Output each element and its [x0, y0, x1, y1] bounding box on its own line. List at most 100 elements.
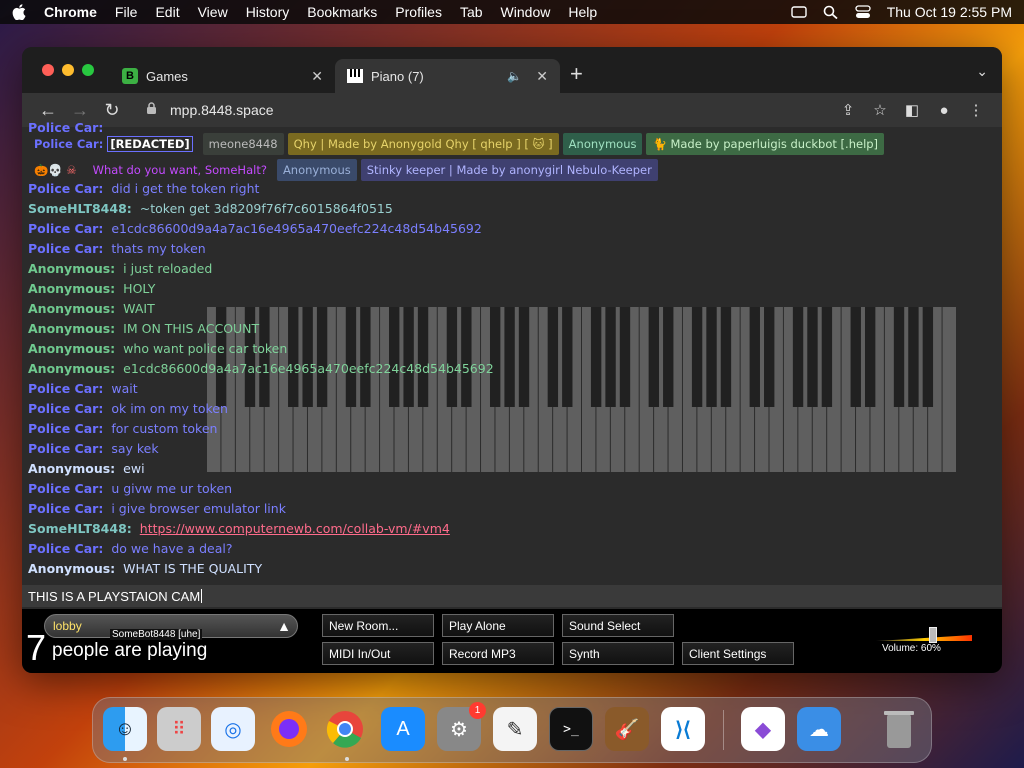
menu-history[interactable]: History [246, 4, 290, 20]
chat-name[interactable]: Police Car: [28, 501, 103, 516]
chat-name[interactable]: SomeHLT8448: [28, 521, 132, 536]
tab-label: Piano (7) [371, 68, 424, 84]
chat-name[interactable]: Anonymous: [28, 321, 115, 336]
chat-name[interactable]: Anonymous: [28, 281, 115, 296]
chat-name[interactable]: Police Car: [28, 381, 103, 396]
chat-name[interactable]: Police Car: [28, 481, 103, 496]
new-room-button[interactable]: New Room... [322, 614, 434, 637]
games-favicon-icon: B [122, 68, 138, 84]
chat-name[interactable]: Police Car: [28, 221, 103, 236]
spotlight-search-icon[interactable] [823, 5, 839, 20]
volume-slider[interactable]: Volume: 60% [876, 627, 972, 657]
textedit-icon[interactable]: ✎ [493, 707, 537, 751]
close-tab-icon[interactable]: ✕ [536, 68, 548, 85]
chat-link[interactable]: https://www.computernewb.com/collab-vm/#… [140, 521, 450, 536]
chat-text: WHAT IS THE QUALITY [123, 561, 263, 576]
sound-select-button[interactable]: Sound Select [562, 614, 674, 637]
player-tag[interactable]: Anonymous [276, 159, 357, 181]
apple-icon[interactable] [12, 4, 28, 20]
chat-name[interactable]: Police Car: [28, 241, 103, 256]
close-window-button[interactable] [42, 64, 54, 76]
menubar-clock[interactable]: Thu Oct 19 2:55 PM [887, 4, 1012, 20]
audio-playing-icon[interactable]: 🔈 [507, 69, 522, 83]
chat-name[interactable]: Police Car: [28, 421, 103, 436]
zoom-window-button[interactable] [82, 64, 94, 76]
chat-name[interactable]: Police Car: [28, 541, 103, 556]
menu-window[interactable]: Window [501, 4, 551, 20]
chat-name[interactable]: Anonymous: [28, 341, 115, 356]
menu-app-name[interactable]: Chrome [44, 4, 97, 20]
chat-text: who want police car token [123, 341, 288, 356]
weather-icon[interactable]: ☁ [797, 707, 841, 751]
menu-file[interactable]: File [115, 4, 138, 20]
side-panel-icon[interactable]: ◧ [896, 101, 928, 119]
safari-icon[interactable]: ◎ [211, 707, 255, 751]
dock: ☺ ⠿ ◎ A ⚙ 1 ✎ >_ 🎸 ⟩⟨ ◆ ☁ [92, 697, 932, 763]
back-button[interactable]: ← [32, 100, 64, 121]
screen-mirror-icon[interactable] [791, 5, 807, 19]
bookmark-star-icon[interactable]: ☆ [864, 101, 896, 119]
address-bar[interactable]: mpp.8448.space [138, 96, 822, 124]
chat-name[interactable]: Anonymous: [28, 301, 115, 316]
player-tag[interactable]: meone8448 [202, 133, 284, 155]
garageband-icon[interactable]: 🎸 [605, 707, 649, 751]
system-settings-icon[interactable]: ⚙ 1 [437, 702, 486, 751]
minimize-window-button[interactable] [62, 64, 74, 76]
redacted-tag: [REDACTED] [107, 136, 193, 152]
chat-name[interactable]: Police Car: [28, 441, 103, 456]
control-center-icon[interactable] [855, 5, 871, 19]
play-alone-button[interactable]: Play Alone [442, 614, 554, 637]
menu-tab[interactable]: Tab [460, 4, 483, 20]
terminal-icon[interactable]: >_ [549, 707, 593, 751]
share-icon[interactable]: ⇪ [832, 101, 864, 119]
chat-name[interactable]: Police Car: [28, 181, 103, 196]
forward-button[interactable]: → [64, 100, 96, 121]
menu-help[interactable]: Help [568, 4, 597, 20]
chrome-menu-icon[interactable]: ⋮ [960, 101, 992, 119]
chrome-icon[interactable] [323, 707, 367, 751]
volume-knob[interactable] [928, 627, 937, 643]
midi-button[interactable]: MIDI In/Out [322, 642, 434, 665]
chat-name[interactable]: Anonymous: [28, 261, 115, 276]
chat-name[interactable]: Anonymous: [28, 461, 115, 476]
visual-studio-icon[interactable]: ◆ [741, 707, 785, 751]
reload-button[interactable]: ↻ [96, 100, 128, 121]
chat-name[interactable]: Anonymous: [28, 561, 115, 576]
tab-games[interactable]: B Games ✕ [110, 59, 335, 93]
menu-view[interactable]: View [198, 4, 228, 20]
room-list-toggle-icon[interactable]: ▲ [277, 618, 291, 634]
emoji-tag[interactable]: 🎃💀 ☠ [28, 159, 83, 181]
trash-icon[interactable] [877, 707, 921, 751]
synth-button[interactable]: Synth [562, 642, 674, 665]
chat-name[interactable]: SomeHLT8448: [28, 201, 132, 216]
vscode-icon[interactable]: ⟩⟨ [661, 707, 705, 751]
profile-avatar-icon[interactable]: ● [928, 102, 960, 119]
chat-message: Anonymous: WHAT IS THE QUALITY [28, 561, 262, 576]
new-tab-button[interactable]: + [570, 61, 583, 87]
chat-message: Police Car: did i get the token right [28, 181, 259, 196]
record-mp3-button[interactable]: Record MP3 [442, 642, 554, 665]
client-settings-button[interactable]: Client Settings [682, 642, 794, 665]
player-tag[interactable]: Anonymous [562, 133, 643, 155]
chat-input[interactable]: THIS IS A PLAYSTAION CAM [22, 585, 1002, 607]
player-tag-message[interactable]: What do you want, SomeHalt? [87, 159, 273, 181]
menu-profiles[interactable]: Profiles [395, 4, 442, 20]
app-store-icon[interactable]: A [381, 707, 425, 751]
chat-name[interactable]: Police Car: [28, 401, 103, 416]
tab-search-chevron-icon[interactable]: ⌄ [976, 63, 988, 80]
menu-bookmarks[interactable]: Bookmarks [307, 4, 377, 20]
player-tag[interactable]: Stinky keeper | Made by anonygirl Nebulo… [360, 159, 658, 181]
close-tab-icon[interactable]: ✕ [311, 68, 323, 85]
finder-icon[interactable]: ☺ [103, 707, 147, 751]
site-info-icon[interactable] [146, 102, 160, 118]
tab-strip: B Games ✕ Piano (7) 🔈 ✕ + ⌄ [22, 47, 1002, 93]
player-tag[interactable]: 🐈 Made by paperluigis duckbot [.help] [646, 133, 885, 155]
tab-piano[interactable]: Piano (7) 🔈 ✕ [335, 59, 560, 93]
player-tag[interactable]: Qhy | Made by Anonygold Qhy [ qhelp ] [ … [287, 133, 559, 155]
player-tag[interactable]: Police Car: [REDACTED] [28, 133, 199, 155]
menu-edit[interactable]: Edit [155, 4, 179, 20]
chat-name[interactable]: Anonymous: [28, 361, 115, 376]
player-tags-row1: Police Car: [REDACTED] meone8448 Qhy | M… [28, 133, 885, 155]
firefox-icon[interactable] [267, 707, 311, 751]
launchpad-icon[interactable]: ⠿ [157, 707, 201, 751]
